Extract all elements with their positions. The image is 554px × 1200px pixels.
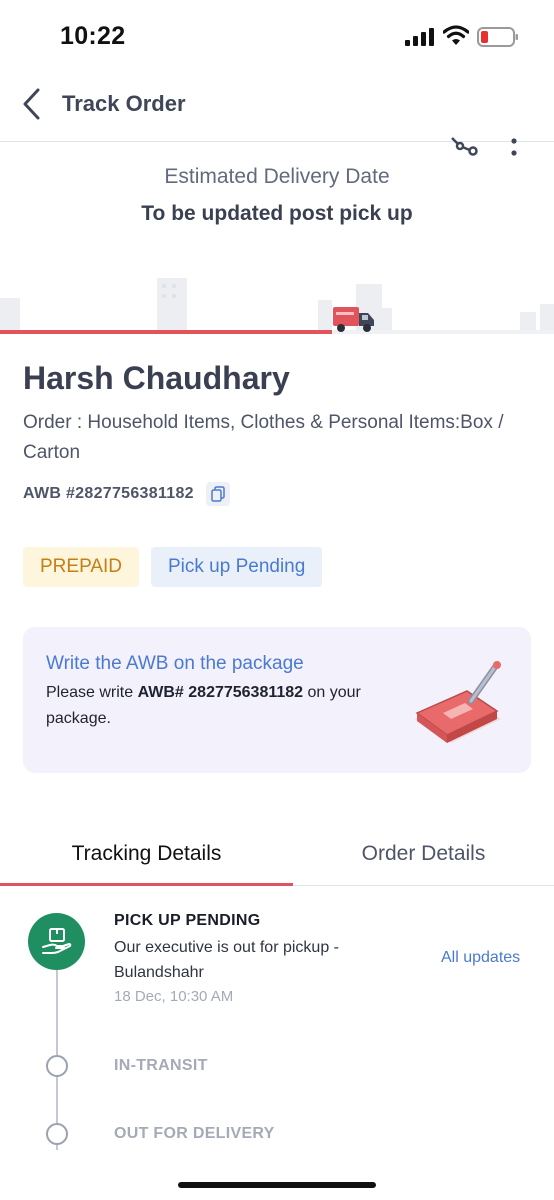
top-app-bar: Track Order (0, 66, 554, 142)
package-with-pen-illustration (415, 661, 501, 743)
status-badge: Pick up Pending (151, 547, 323, 587)
more-options-icon[interactable] (506, 136, 522, 160)
home-indicator[interactable] (178, 1182, 376, 1188)
step-dot-in-transit (46, 1055, 68, 1077)
status-bar: 10:22 (0, 0, 554, 66)
all-updates-link[interactable]: All updates (441, 949, 520, 967)
cellular-signal-icon (405, 28, 434, 46)
tab-tracking-details[interactable]: Tracking Details (0, 826, 293, 886)
awb-row: AWB #2827756381182 (23, 482, 230, 506)
awb-number: AWB #2827756381182 (23, 485, 194, 502)
battery-low-icon (477, 27, 518, 47)
awb-card-title: Write the AWB on the package (46, 653, 304, 674)
delivery-truck-icon (333, 307, 374, 332)
detail-tabs: Tracking Details Order Details (0, 826, 554, 886)
step-description: Our executive is out for pickup - Buland… (114, 939, 339, 981)
shipment-progress-track (0, 330, 554, 334)
order-description: Order : Household Items, Clothes & Perso… (23, 412, 504, 463)
share-icon[interactable] (446, 136, 480, 160)
copy-icon[interactable] (205, 482, 230, 506)
estimated-delivery-label: Estimated Delivery Date (164, 165, 390, 188)
tab-order-details[interactable]: Order Details (293, 826, 554, 886)
wifi-icon (443, 25, 469, 45)
back-arrow-icon[interactable] (18, 86, 46, 122)
step-timestamp: 18 Dec, 10:30 AM (114, 988, 234, 1005)
shipment-progress-fill (0, 330, 333, 334)
city-skyline-illustration (0, 278, 554, 330)
awb-card-text: Please write AWB# 2827756381182 on your … (46, 684, 361, 727)
pickup-package-icon (28, 913, 85, 970)
awb-instruction-card: Write the AWB on the package Please writ… (23, 627, 531, 773)
step-title-pickup-pending: PICK UP PENDING (114, 912, 261, 929)
status-time: 10:22 (60, 22, 126, 50)
customer-name: Harsh Chaudhary (23, 360, 290, 396)
estimated-delivery-value: To be updated post pick up (141, 202, 413, 225)
step-title-out-for-delivery: OUT FOR DELIVERY (114, 1125, 275, 1142)
step-title-in-transit: IN-TRANSIT (114, 1057, 208, 1074)
payment-badge: PREPAID (23, 547, 140, 587)
awb-card-number: AWB# 2827756381182 (137, 684, 304, 701)
page-title: Track Order (62, 91, 186, 116)
active-tab-indicator (0, 883, 293, 886)
step-dot-out-for-delivery (46, 1123, 68, 1145)
